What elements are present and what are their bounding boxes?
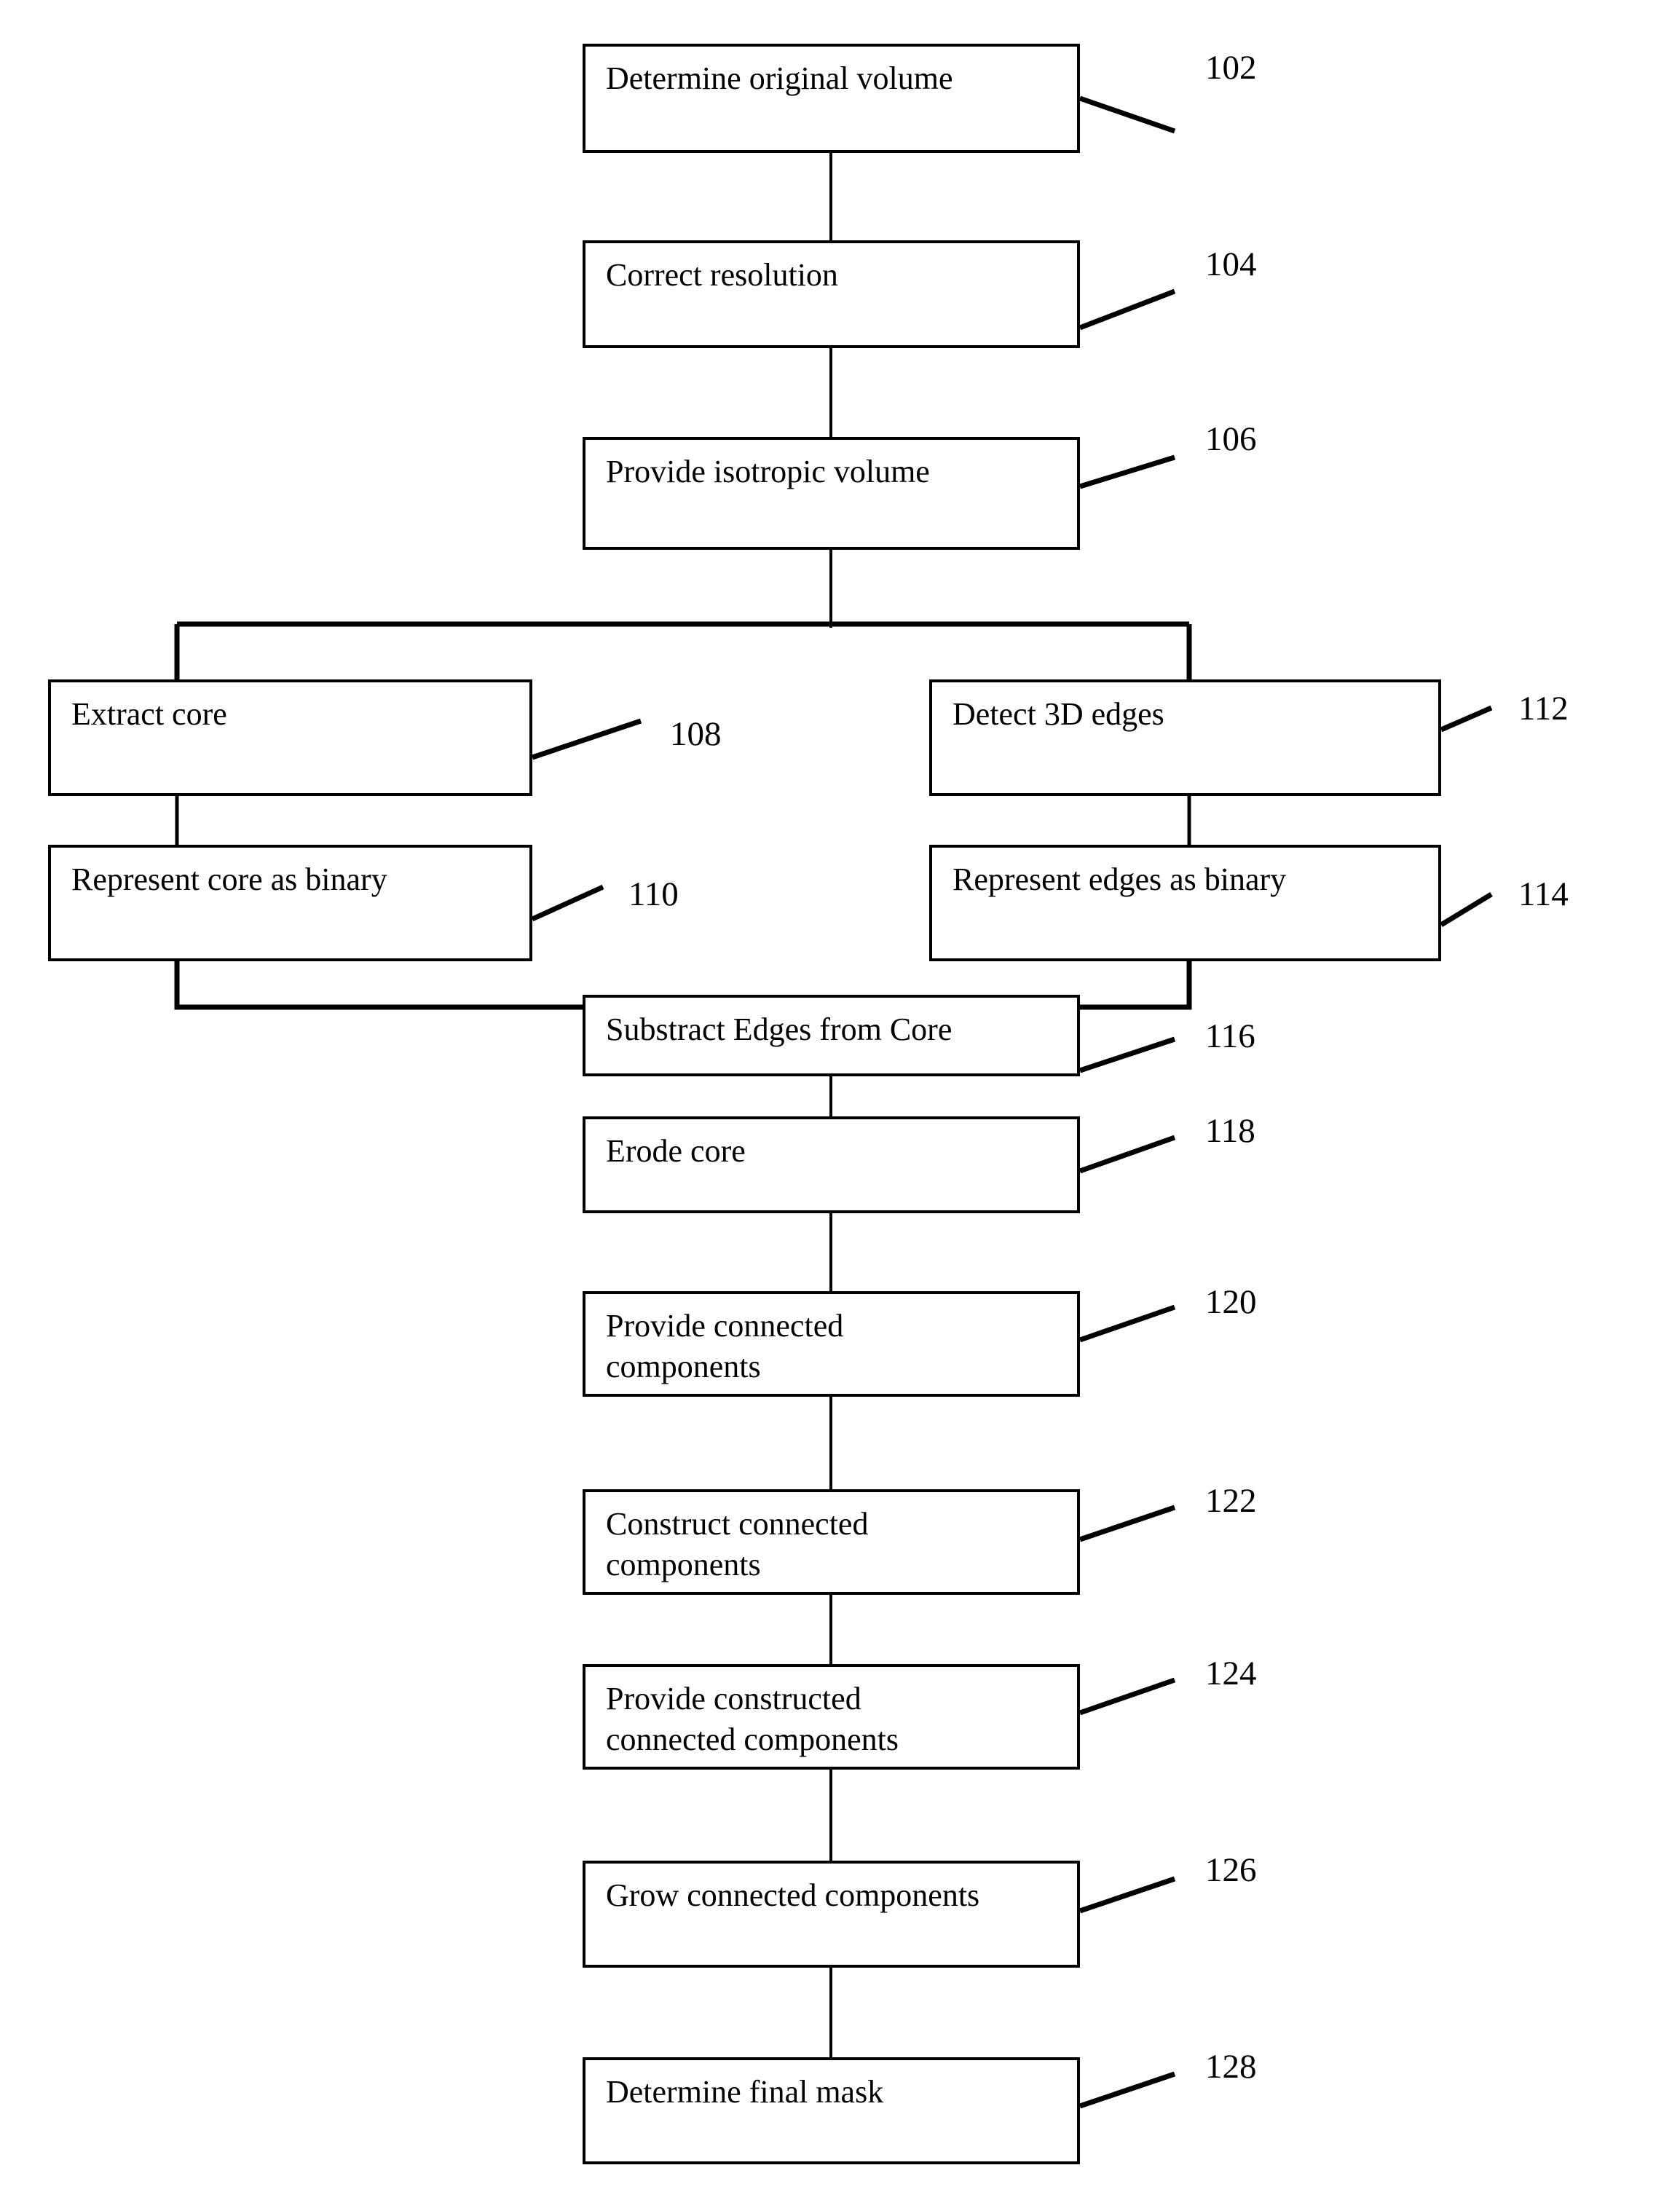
leader-line-118 bbox=[1078, 1135, 1176, 1174]
reference-numeral-124: 124 bbox=[1205, 1655, 1257, 1692]
process-box-118: Erode core bbox=[583, 1116, 1080, 1213]
process-box-110: Represent core as binary bbox=[48, 845, 532, 961]
leader-line-126 bbox=[1078, 1876, 1176, 1914]
reference-numeral-126: 126 bbox=[1205, 1851, 1257, 1889]
leader-line-104 bbox=[1078, 288, 1176, 331]
process-box-112: Detect 3D edges bbox=[929, 679, 1441, 796]
reference-numeral-118: 118 bbox=[1205, 1112, 1255, 1150]
reference-numeral-116: 116 bbox=[1205, 1017, 1255, 1055]
connector-110-116 bbox=[174, 961, 585, 1010]
leader-line-128 bbox=[1078, 2071, 1176, 2109]
leader-line-110 bbox=[531, 884, 604, 922]
reference-numeral-104: 104 bbox=[1205, 245, 1257, 283]
leader-line-122 bbox=[1078, 1505, 1176, 1542]
reference-numeral-108: 108 bbox=[670, 715, 722, 753]
leader-line-120 bbox=[1078, 1304, 1176, 1343]
process-box-116: Substract Edges from Core bbox=[583, 995, 1080, 1076]
process-box-114: Represent edges as binary bbox=[929, 845, 1441, 961]
process-box-124: Provide constructed connected components bbox=[583, 1664, 1080, 1770]
leader-line-116 bbox=[1078, 1036, 1176, 1073]
reference-numeral-112: 112 bbox=[1518, 690, 1569, 728]
leader-line-108 bbox=[531, 718, 642, 760]
leader-line-106 bbox=[1078, 454, 1176, 489]
process-box-106: Provide isotropic volume bbox=[583, 437, 1080, 550]
process-box-104: Correct resolution bbox=[583, 240, 1080, 348]
connector-114-116 bbox=[1077, 961, 1192, 1010]
reference-numeral-102: 102 bbox=[1205, 49, 1257, 87]
reference-numeral-110: 110 bbox=[628, 875, 679, 913]
reference-numeral-114: 114 bbox=[1518, 875, 1569, 913]
patent-flowchart-figure: Determine original volume Correct resolu… bbox=[0, 0, 1680, 2208]
leader-line-124 bbox=[1078, 1677, 1176, 1716]
process-box-108: Extract core bbox=[48, 679, 532, 796]
process-box-102: Determine original volume bbox=[583, 44, 1080, 153]
leader-line-114 bbox=[1440, 892, 1493, 927]
process-box-126: Grow connected components bbox=[583, 1861, 1080, 1968]
reference-numeral-120: 120 bbox=[1205, 1283, 1257, 1321]
process-box-128: Determine final mask bbox=[583, 2057, 1080, 2164]
process-box-120: Provide connected components bbox=[583, 1291, 1080, 1397]
reference-numeral-122: 122 bbox=[1205, 1482, 1257, 1520]
leader-line-102 bbox=[1078, 95, 1176, 134]
reference-numeral-106: 106 bbox=[1205, 420, 1257, 458]
leader-line-112 bbox=[1440, 705, 1493, 733]
reference-numeral-128: 128 bbox=[1205, 2048, 1257, 2086]
process-box-122: Construct connected components bbox=[583, 1489, 1080, 1595]
